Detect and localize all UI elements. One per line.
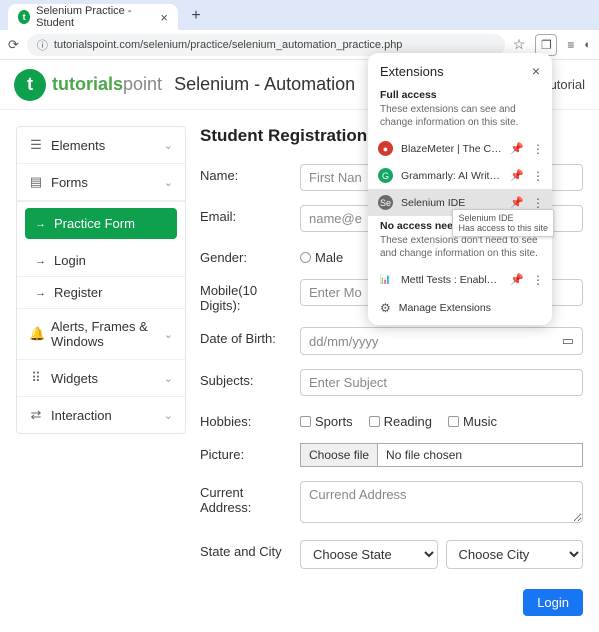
arrow-right-icon: → bbox=[35, 287, 46, 299]
logo-icon: t bbox=[14, 69, 46, 101]
more-icon[interactable]: ⋮ bbox=[532, 273, 542, 287]
tooltip: Selenium IDE Has access to this site bbox=[452, 209, 554, 237]
favicon-icon: t bbox=[18, 10, 30, 24]
ext-item-selenium[interactable]: Se Selenium IDE 📌 ⋮ Selenium IDE Has acc… bbox=[368, 189, 552, 216]
email-label: Email: bbox=[200, 205, 292, 224]
picture-file-input[interactable]: Choose file No file chosen bbox=[300, 443, 583, 467]
state-select[interactable]: Choose State bbox=[300, 540, 438, 569]
picture-label: Picture: bbox=[200, 443, 292, 462]
sidebar-item-widgets[interactable]: ⠿ Widgets ⌄ bbox=[17, 360, 185, 397]
url-text: tutorialspoint.com/selenium/practice/sel… bbox=[54, 39, 403, 51]
chevron-down-icon: ⌄ bbox=[164, 409, 173, 422]
hobby-music-checkbox[interactable]: Music bbox=[448, 414, 497, 429]
gear-icon: ⚙ bbox=[380, 301, 391, 315]
pin-icon[interactable]: 📌 bbox=[510, 169, 524, 182]
hobby-reading-checkbox[interactable]: Reading bbox=[369, 414, 432, 429]
sidebar-item-elements[interactable]: ☰ Elements ⌄ bbox=[17, 127, 185, 164]
widgets-icon: ⠿ bbox=[29, 370, 43, 386]
tab-title: Selenium Practice - Student bbox=[36, 5, 154, 29]
mettl-icon: 📊 bbox=[378, 272, 393, 287]
browser-tab[interactable]: t Selenium Practice - Student × bbox=[8, 4, 178, 30]
sidebar-item-alerts[interactable]: 🔔 Alerts, Frames & Windows ⌄ bbox=[17, 309, 185, 360]
hobby-sports-checkbox[interactable]: Sports bbox=[300, 414, 353, 429]
sidebar: ☰ Elements ⌄ ▤ Forms ⌄ → Practice Form →… bbox=[16, 126, 186, 434]
reader-icon[interactable]: ≡ bbox=[567, 38, 574, 52]
ext-item-mettl[interactable]: 📊 Mettl Tests : Enable Scre... 📌 ⋮ bbox=[368, 266, 552, 293]
logo-text: tutorialspoint bbox=[52, 74, 162, 95]
name-label: Name: bbox=[200, 164, 292, 183]
pin-icon[interactable]: 📌 bbox=[510, 142, 524, 155]
gender-male-radio[interactable]: Male bbox=[300, 250, 343, 265]
interaction-icon: ⇄ bbox=[29, 407, 43, 423]
dob-input[interactable]: dd/mm/yyyy ▭ bbox=[300, 327, 583, 355]
full-access-desc: These extensions can see and change info… bbox=[380, 103, 540, 129]
chevron-down-icon: ⌄ bbox=[164, 176, 173, 189]
sidebar-item-interaction[interactable]: ⇄ Interaction ⌄ bbox=[17, 397, 185, 433]
hobbies-label: Hobbies: bbox=[200, 410, 292, 429]
sidebar-item-practice-form[interactable]: → Practice Form bbox=[25, 208, 177, 239]
sidebar-item-login[interactable]: → Login bbox=[17, 245, 185, 277]
new-tab-button[interactable]: + bbox=[184, 4, 208, 28]
more-icon[interactable]: ⋮ bbox=[532, 169, 542, 183]
extensions-title: Extensions bbox=[380, 64, 444, 79]
chevron-down-icon: ⌄ bbox=[164, 372, 173, 385]
bell-icon: 🔔 bbox=[29, 326, 43, 342]
sidebar-item-register[interactable]: → Register bbox=[17, 277, 185, 309]
close-icon[interactable]: × bbox=[532, 63, 540, 79]
close-tab-icon[interactable]: × bbox=[160, 10, 168, 25]
grammarly-icon: G bbox=[378, 168, 393, 183]
manage-extensions-link[interactable]: ⚙ Manage Extensions bbox=[368, 293, 552, 317]
form-icon: ▤ bbox=[29, 174, 43, 190]
blazemeter-icon: ● bbox=[378, 141, 393, 156]
selenium-icon: Se bbox=[378, 195, 393, 210]
state-city-label: State and City bbox=[200, 540, 292, 559]
page-title: Selenium - Automation bbox=[174, 74, 355, 95]
file-status: No file chosen bbox=[378, 444, 470, 466]
no-access-desc: These extensions don't need to see and c… bbox=[380, 234, 540, 260]
arrow-right-icon: → bbox=[35, 218, 46, 230]
nav-tutorial-link[interactable]: utorial bbox=[550, 77, 585, 92]
sidebar-item-forms[interactable]: ▤ Forms ⌄ bbox=[17, 164, 185, 201]
more-icon[interactable]: ⋮ bbox=[532, 142, 542, 156]
gender-label: Gender: bbox=[200, 246, 292, 265]
radio-icon bbox=[300, 252, 311, 263]
chevron-down-icon: ⌄ bbox=[164, 139, 173, 152]
site-info-icon[interactable]: ⓘ bbox=[37, 37, 48, 53]
profile-icon[interactable]: ◐ bbox=[584, 39, 591, 51]
address-label: Current Address: bbox=[200, 481, 292, 515]
more-icon[interactable]: ⋮ bbox=[532, 196, 542, 210]
mobile-label: Mobile(10 Digits): bbox=[200, 279, 292, 313]
logo[interactable]: t tutorialspoint bbox=[14, 69, 162, 101]
pin-icon[interactable]: 📌 bbox=[510, 196, 524, 209]
bookmark-star-icon[interactable]: ☆ bbox=[513, 36, 526, 53]
ext-item-blazemeter[interactable]: ● BlazeMeter | The Continu... 📌 ⋮ bbox=[368, 135, 552, 162]
extensions-popup: Extensions × Full access These extension… bbox=[368, 53, 552, 325]
calendar-icon: ▭ bbox=[562, 333, 574, 349]
subjects-label: Subjects: bbox=[200, 369, 292, 388]
city-select[interactable]: Choose City bbox=[446, 540, 584, 569]
menu-icon: ☰ bbox=[29, 137, 43, 153]
login-button[interactable]: Login bbox=[523, 589, 583, 616]
choose-file-button[interactable]: Choose file bbox=[301, 444, 378, 466]
arrow-right-icon: → bbox=[35, 255, 46, 267]
reload-icon[interactable]: ⟳ bbox=[8, 37, 19, 53]
ext-item-grammarly[interactable]: G Grammarly: AI Writing an... 📌 ⋮ bbox=[368, 162, 552, 189]
subjects-input[interactable] bbox=[300, 369, 583, 396]
dob-label: Date of Birth: bbox=[200, 327, 292, 346]
address-textarea[interactable] bbox=[300, 481, 583, 523]
chevron-down-icon: ⌄ bbox=[164, 328, 173, 341]
full-access-title: Full access bbox=[380, 89, 540, 101]
pin-icon[interactable]: 📌 bbox=[510, 273, 524, 286]
